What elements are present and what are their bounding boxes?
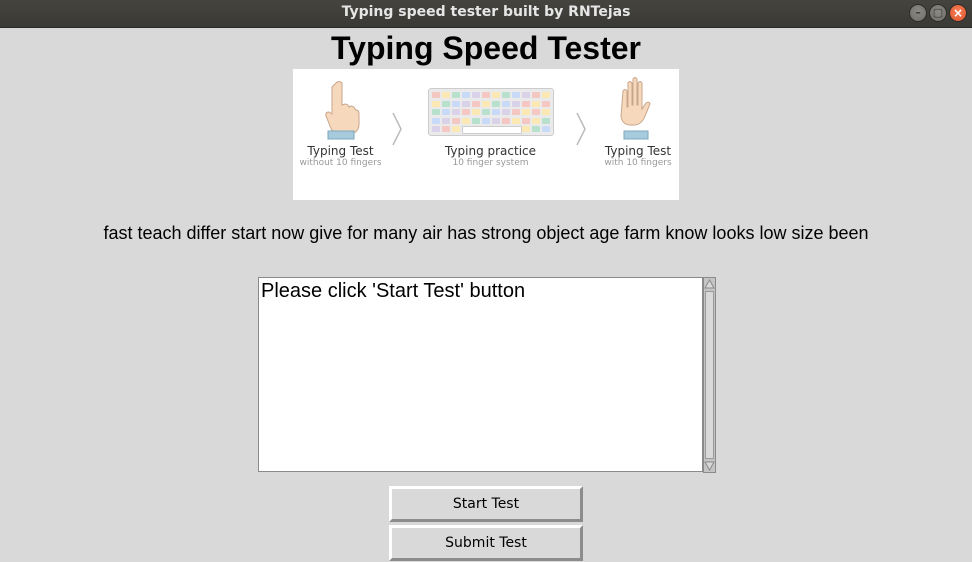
keyboard-key: [542, 117, 550, 124]
keyboard-key: [512, 109, 520, 115]
keyboard-key: [432, 92, 440, 98]
keyboard-key: [462, 92, 470, 98]
keyboard-key: [512, 100, 520, 107]
typing-input[interactable]: Please click 'Start Test' button: [258, 277, 703, 472]
keyboard-key: [532, 117, 540, 124]
keyboard-key: [432, 126, 440, 132]
keyboard-key: [482, 117, 490, 124]
keyboard-key: [502, 100, 510, 107]
keyboard-key: [532, 126, 540, 132]
keyboard-key: [442, 92, 450, 98]
keyboard-key: [442, 100, 450, 107]
keyboard-key: [432, 100, 440, 107]
step-3: Typing Test with 10 fingers: [593, 144, 683, 168]
step-1-label: Typing Test: [307, 144, 374, 158]
sample-words-text: fast teach differ start now give for man…: [103, 223, 869, 243]
keyboard-key: [522, 100, 530, 107]
keyboard-spacebar: [462, 126, 522, 134]
keyboard-key: [482, 92, 490, 98]
typing-steps-banner: Typing Test without 10 fingers Typing pr…: [293, 69, 679, 200]
keyboard-key: [532, 100, 540, 107]
keyboard-key: [452, 109, 460, 115]
keyboard-key: [452, 126, 460, 132]
step-2-label: Typing practice: [444, 144, 537, 158]
window-controls: – ▢ ×: [909, 4, 967, 22]
page-title: Typing Speed Tester: [331, 30, 641, 66]
step-3-sub: with 10 fingers: [604, 158, 672, 168]
open-hand-icon: [620, 77, 651, 140]
keyboard-key: [442, 117, 450, 124]
keyboard-icon: [428, 88, 554, 136]
keyboard-key: [542, 100, 550, 107]
keyboard-key: [502, 92, 510, 98]
keyboard-key: [532, 109, 540, 115]
keyboard-key: [522, 109, 530, 115]
keyboard-key: [532, 92, 540, 98]
keyboard-key: [522, 126, 530, 132]
start-test-button[interactable]: Start Test: [389, 486, 583, 522]
step-2-sub: 10 finger system: [452, 158, 529, 168]
keyboard-key: [432, 117, 440, 124]
step-3-label: Typing Test: [604, 144, 672, 158]
scroll-up-icon[interactable]: [704, 278, 715, 290]
keyboard-key: [452, 117, 460, 124]
scroll-down-icon[interactable]: [704, 460, 715, 472]
keyboard-key: [492, 92, 500, 98]
step-1-sub: without 10 fingers: [299, 158, 382, 168]
keyboard-key: [482, 100, 490, 107]
window-titlebar[interactable]: Typing speed tester built by RNTejas – ▢…: [0, 0, 972, 28]
keyboard-key: [462, 117, 470, 124]
keyboard-key: [502, 117, 510, 124]
keyboard-key: [462, 109, 470, 115]
scrollbar-thumb[interactable]: [705, 291, 714, 459]
step-1: Typing Test without 10 fingers: [293, 144, 388, 168]
keyboard-key: [502, 109, 510, 115]
keyboard-key: [542, 92, 550, 98]
keyboard-key: [522, 117, 530, 124]
keyboard-key: [512, 92, 520, 98]
close-button[interactable]: ×: [949, 4, 967, 22]
keyboard-key: [542, 109, 550, 115]
keyboard-key: [472, 117, 480, 124]
keyboard-key: [472, 92, 480, 98]
chevron-right-icon: [392, 112, 402, 146]
keyboard-key: [542, 126, 550, 132]
keyboard-key: [462, 100, 470, 107]
typing-input-scrollbar[interactable]: [703, 277, 716, 473]
keyboard-key: [492, 100, 500, 107]
window-title: Typing speed tester built by RNTejas: [341, 4, 631, 20]
keyboard-key: [472, 109, 480, 115]
keyboard-key: [492, 109, 500, 115]
keyboard-key: [442, 109, 450, 115]
submit-test-button[interactable]: Submit Test: [389, 525, 583, 561]
keyboard-key: [452, 92, 460, 98]
pointing-hand-icon: [325, 81, 360, 140]
keyboard-key: [492, 117, 500, 124]
keyboard-key: [442, 126, 450, 132]
minimize-button[interactable]: –: [909, 4, 927, 22]
maximize-button[interactable]: ▢: [929, 4, 947, 22]
keyboard-key: [512, 117, 520, 124]
step-2: Typing practice 10 finger system: [418, 144, 563, 168]
keyboard-key: [472, 100, 480, 107]
keyboard-key: [522, 92, 530, 98]
keyboard-key: [432, 109, 440, 115]
keyboard-key: [482, 109, 490, 115]
keyboard-key: [452, 100, 460, 107]
chevron-right-icon: [576, 112, 586, 146]
